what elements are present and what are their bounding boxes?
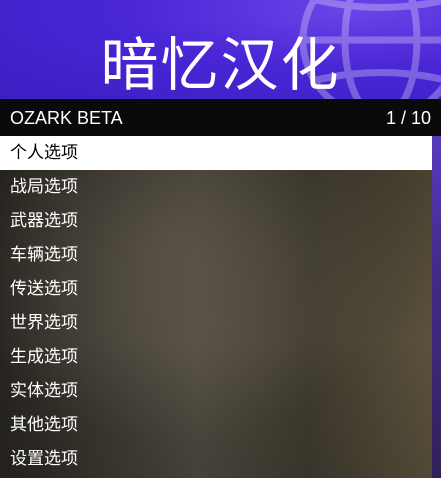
mod-menu: 暗忆汉化 OZARK BETA 1 / 10 个人选项 战局选项 武器选项 车辆… [0,0,441,478]
option-settings[interactable]: 设置选项 [0,442,441,476]
scrollbar[interactable] [432,136,441,478]
menu-subheader: OZARK BETA 1 / 10 [0,99,441,136]
option-misc[interactable]: 其他选项 [0,408,441,442]
option-session[interactable]: 战局选项 [0,170,441,204]
option-vehicles[interactable]: 车辆选项 [0,238,441,272]
banner-title: 暗忆汉化 [100,31,341,99]
menu-name: OZARK BETA [10,108,123,128]
option-weapons[interactable]: 武器选项 [0,204,441,238]
option-entities[interactable]: 实体选项 [0,374,441,408]
option-world[interactable]: 世界选项 [0,306,441,340]
option-counter: 1 / 10 [385,108,431,128]
option-spawn[interactable]: 生成选项 [0,340,441,374]
option-teleport[interactable]: 传送选项 [0,272,441,306]
menu-banner: 暗忆汉化 [0,0,441,99]
options-list: 个人选项 战局选项 武器选项 车辆选项 传送选项 世界选项 生成选项 实体选项 … [0,136,441,478]
option-self[interactable]: 个人选项 [0,136,432,170]
